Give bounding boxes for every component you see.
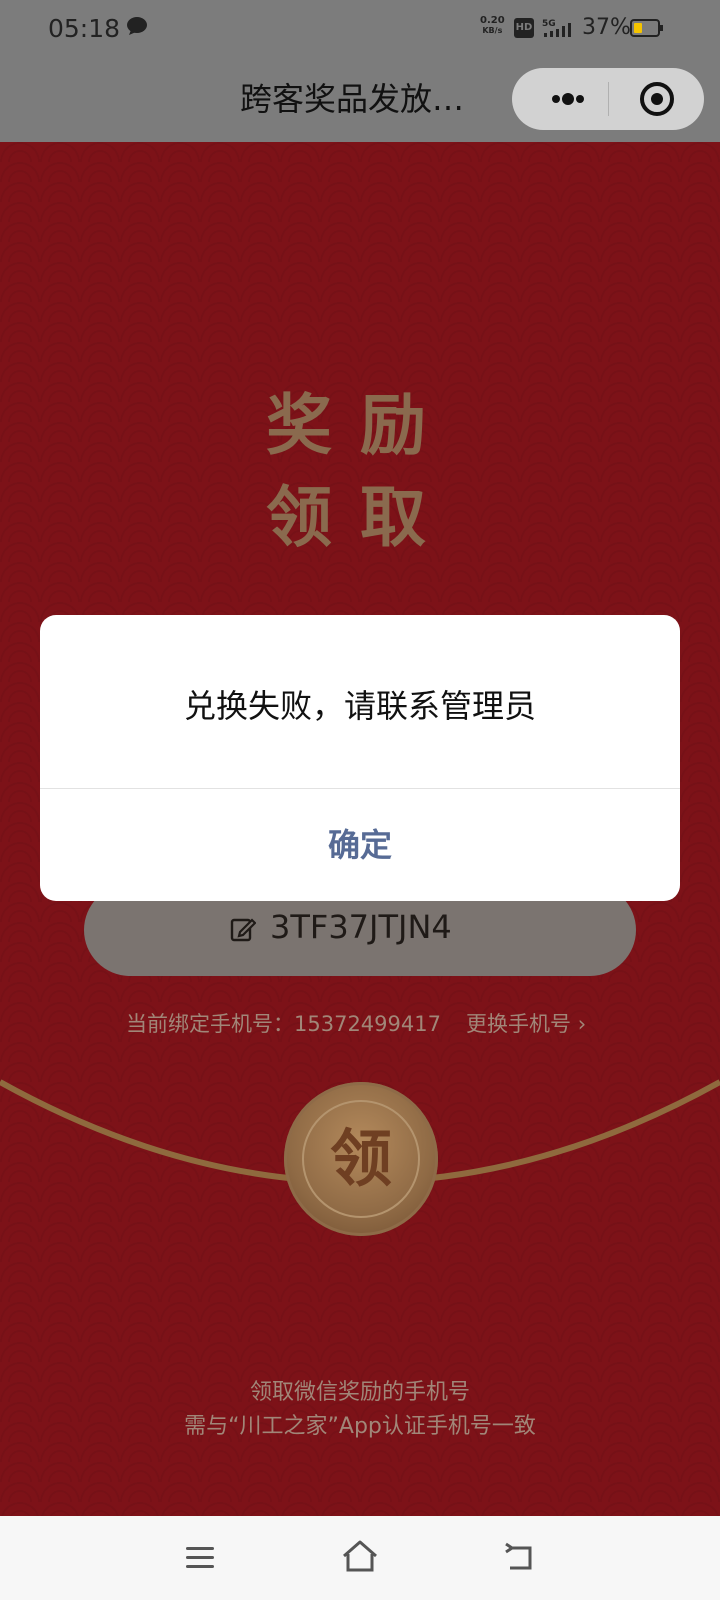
capsule-menu	[512, 68, 704, 130]
home-icon[interactable]	[340, 1538, 380, 1574]
claim-button-label: 领	[329, 1122, 392, 1195]
edit-icon	[230, 918, 256, 942]
menu-icon[interactable]	[184, 1544, 216, 1572]
footnote-line1: 领取微信奖励的手机号	[249, 1380, 470, 1405]
network-speed: 0.20 KB/s	[480, 15, 505, 36]
battery-fill	[634, 23, 642, 33]
close-mini-program-icon[interactable]	[638, 80, 676, 118]
confirm-button[interactable]: 确定	[40, 789, 680, 901]
dialog-message: 兑换失败，请联系管理员	[183, 687, 536, 725]
status-time: 05:18	[48, 14, 121, 43]
system-navigation-bar	[0, 1516, 720, 1600]
hd-icon: HD	[514, 18, 534, 38]
page-title: 跨客奖品发放…	[240, 80, 465, 118]
more-options-icon[interactable]	[540, 68, 596, 130]
capsule-divider	[608, 82, 609, 116]
battery-icon	[630, 19, 663, 37]
battery-percent: 37%	[582, 15, 631, 40]
message-icon	[127, 17, 147, 35]
svg-text:5G: 5G	[542, 19, 556, 29]
claim-button[interactable]: 领	[284, 1082, 438, 1236]
headline-line2: 领取	[266, 478, 454, 556]
redeem-code-value: 3TF37JTJN4	[270, 908, 452, 946]
error-dialog: 兑换失败，请联系管理员 确定	[40, 615, 680, 901]
signal-icon: 5G	[542, 19, 571, 37]
back-icon[interactable]	[504, 1540, 536, 1572]
status-bar: 05:18 0.20 KB/s HD 5G 37%	[0, 0, 720, 58]
footnote-line2: 需与“川工之家”App认证手机号一致	[184, 1414, 536, 1439]
mini-program-title-bar: 跨客奖品发放…	[0, 58, 720, 142]
headline-line1: 奖励	[266, 386, 454, 464]
